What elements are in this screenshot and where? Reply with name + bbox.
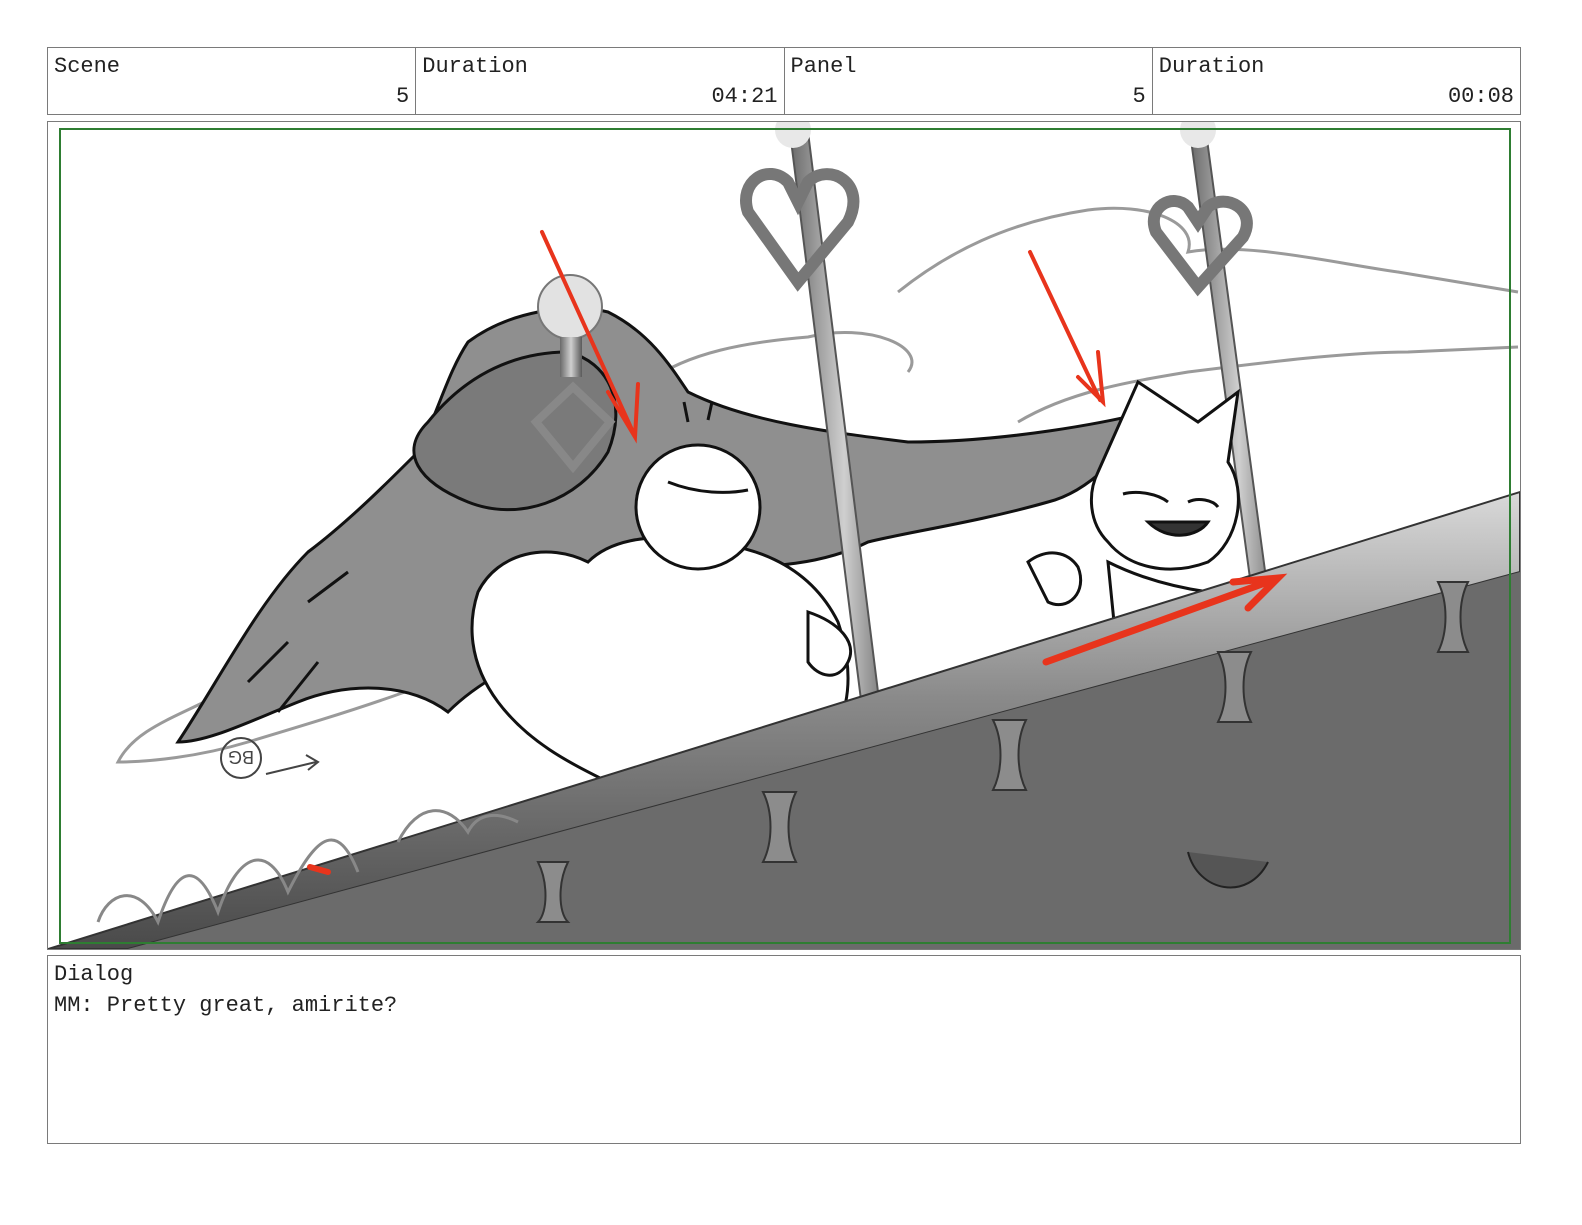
dialog-box: Dialog MM: Pretty great, amirite? [47,955,1521,1144]
dialog-text: MM: Pretty great, amirite? [54,993,398,1018]
scene-duration-value: 04:21 [711,84,778,109]
panel-label: Panel [790,54,857,79]
storyboard-panel: BG [47,121,1521,950]
scene-number: 5 [396,84,410,109]
panel-duration-label: Duration [1158,54,1265,79]
scene-duration-cell: Duration 04:21 [416,48,785,114]
scene-label: Scene [54,54,121,79]
scene-duration-label: Duration [422,54,528,79]
scene-cell: Scene 5 [48,48,417,114]
storyboard-header: Scene 5 Duration 04:21 Panel 5 Duration … [47,47,1521,115]
dialog-label: Dialog [54,962,134,987]
panel-cell: Panel 5 [785,48,1153,114]
bg-note-text: BG [228,747,254,767]
panel-number: 5 [1132,84,1146,109]
panel-artwork: BG [48,122,1520,949]
panel-duration-cell: Duration 00:08 [1153,48,1520,114]
arrow-down-right [1028,250,1106,408]
panel-duration-value: 00:08 [1447,84,1514,109]
